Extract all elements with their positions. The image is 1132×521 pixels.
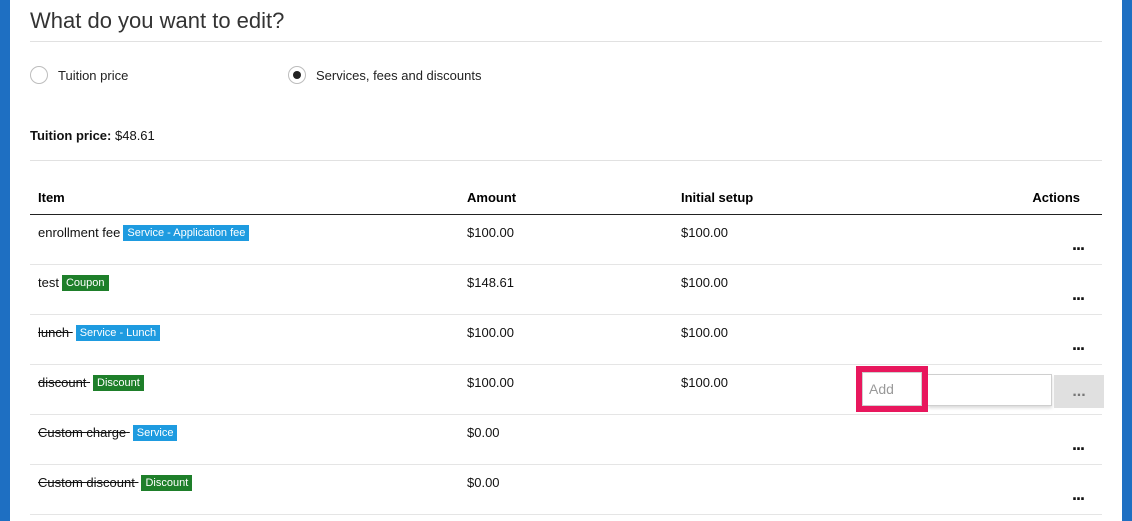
radio-services-fees-discounts[interactable]: Services, fees and discounts bbox=[288, 66, 481, 84]
tuition-price-summary: Tuition price: $48.61 bbox=[30, 128, 155, 143]
initial-setup-cell bbox=[673, 414, 989, 465]
window-border-right bbox=[1122, 0, 1132, 521]
row-actions-menu-button[interactable]: ... bbox=[1062, 434, 1094, 455]
radio-circle-checked[interactable] bbox=[288, 66, 306, 84]
add-highlight-box bbox=[856, 366, 928, 412]
radio-tuition-price[interactable]: Tuition price bbox=[30, 66, 288, 84]
radio-circle-unchecked[interactable] bbox=[30, 66, 48, 84]
item-name-text: Custom discount bbox=[38, 475, 135, 490]
item-type-badge: Service - Application fee bbox=[123, 225, 250, 241]
table-row: enrollment fee Service - Application fee … bbox=[30, 214, 1102, 265]
radio-label-services: Services, fees and discounts bbox=[316, 67, 482, 83]
window-border-left bbox=[0, 0, 10, 521]
table-row: lunch Service - Lunch $100.00 $100.00 ..… bbox=[30, 314, 1102, 365]
item-cell: Custom charge Service bbox=[30, 414, 459, 465]
header-amount: Amount bbox=[459, 180, 673, 215]
item-name: Custom discount Discount bbox=[38, 475, 193, 491]
add-dropdown-popup bbox=[928, 374, 1052, 406]
item-name: lunch Service - Lunch bbox=[38, 325, 161, 341]
item-name: test bbox=[38, 275, 59, 290]
row-actions-menu-button[interactable]: ... bbox=[1062, 484, 1094, 505]
item-type-badge: Discount bbox=[141, 475, 193, 491]
radio-label-tuition: Tuition price bbox=[58, 67, 129, 83]
actions-cell: ... bbox=[989, 314, 1102, 365]
actions-cell: ... bbox=[989, 464, 1102, 515]
item-name-text: Custom charge bbox=[38, 425, 127, 440]
item-name: discount Discount bbox=[38, 375, 144, 391]
header-item: Item bbox=[30, 180, 459, 215]
header-initial-setup: Initial setup bbox=[673, 180, 989, 215]
row-actions-menu-button-active[interactable]: ... bbox=[1054, 375, 1104, 408]
item-cell: enrollment fee Service - Application fee bbox=[30, 214, 459, 265]
amount-cell: $100.00 bbox=[459, 364, 673, 415]
item-name: Custom charge Service bbox=[38, 425, 178, 441]
item-name: enrollment fee bbox=[38, 225, 121, 240]
tuition-price-label: Tuition price: bbox=[30, 128, 112, 143]
amount-cell: $100.00 bbox=[459, 314, 673, 365]
amount-cell: $148.61 bbox=[459, 264, 673, 315]
actions-cell: ... bbox=[989, 264, 1102, 315]
items-table: Item Amount Initial setup Actions enroll… bbox=[30, 180, 1102, 515]
initial-setup-cell: $100.00 bbox=[673, 214, 989, 265]
initial-setup-cell: $100.00 bbox=[673, 314, 989, 365]
amount-cell: $100.00 bbox=[459, 214, 673, 265]
actions-cell: ... bbox=[989, 214, 1102, 265]
initial-setup-cell: $100.00 bbox=[673, 264, 989, 315]
item-cell: Custom discount Discount bbox=[30, 464, 459, 515]
table-row: Custom discount Discount $0.00 ... bbox=[30, 464, 1102, 515]
amount-cell: $0.00 bbox=[459, 464, 673, 515]
item-name-text: discount bbox=[38, 375, 87, 390]
tuition-price-value: $48.61 bbox=[115, 128, 155, 143]
table-row: test Coupon $148.61 $100.00 ... bbox=[30, 264, 1102, 315]
row-actions-menu-button[interactable]: ... bbox=[1062, 334, 1094, 355]
table-header-row: Item Amount Initial setup Actions bbox=[30, 180, 1102, 215]
row-actions-menu-button[interactable]: ... bbox=[1062, 284, 1094, 305]
item-type-badge: Discount bbox=[93, 375, 144, 391]
amount-cell: $0.00 bbox=[459, 414, 673, 465]
add-input[interactable] bbox=[862, 372, 922, 406]
table-row: Custom charge Service $0.00 ... bbox=[30, 414, 1102, 465]
item-name-text: lunch bbox=[38, 325, 70, 340]
header-actions: Actions bbox=[989, 180, 1102, 215]
item-cell: discount Discount bbox=[30, 364, 459, 415]
divider bbox=[30, 160, 1102, 161]
initial-setup-cell bbox=[673, 464, 989, 515]
item-type-badge: Coupon bbox=[61, 275, 109, 291]
item-type-badge: Service - Lunch bbox=[75, 325, 161, 341]
item-cell: test Coupon bbox=[30, 264, 459, 315]
edit-mode-radio-group: Tuition price Services, fees and discoun… bbox=[30, 66, 481, 84]
row-actions-menu-button[interactable]: ... bbox=[1062, 234, 1094, 255]
page-title: What do you want to edit? bbox=[30, 8, 285, 33]
edit-panel: What do you want to edit? Tuition price … bbox=[10, 0, 1122, 521]
item-cell: lunch Service - Lunch bbox=[30, 314, 459, 365]
divider bbox=[30, 41, 1102, 42]
item-type-badge: Service bbox=[132, 425, 178, 441]
actions-cell: ... bbox=[989, 414, 1102, 465]
